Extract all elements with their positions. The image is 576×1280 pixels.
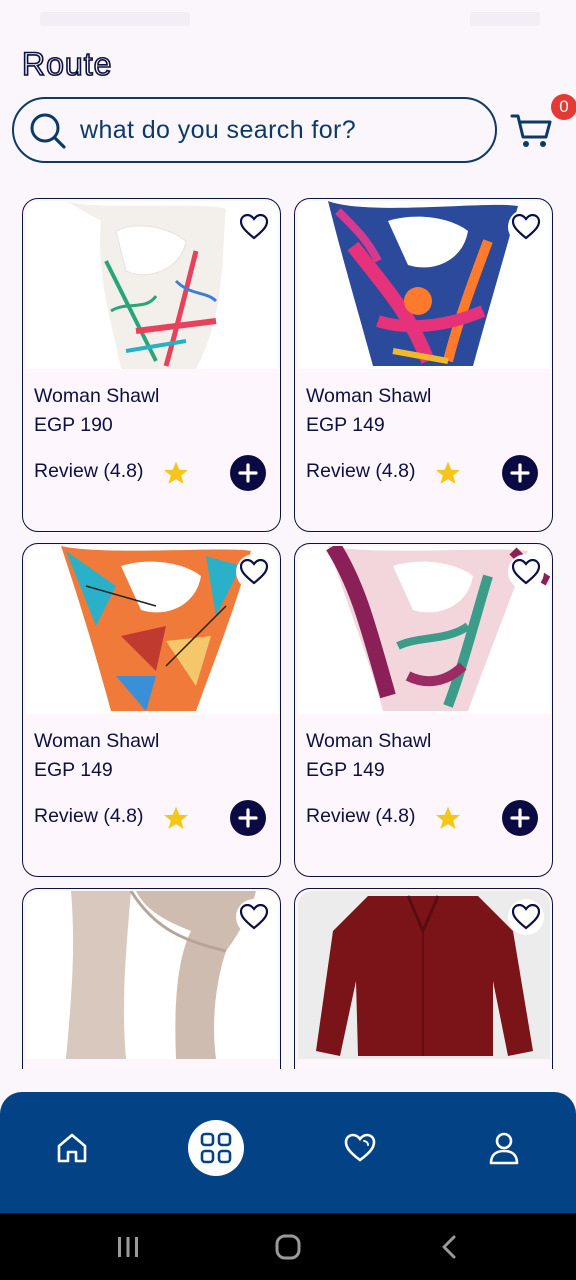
add-to-cart-button[interactable] <box>230 800 266 836</box>
nav-home[interactable] <box>44 1120 100 1176</box>
star-icon <box>436 806 460 829</box>
product-name: Woman Shawl <box>306 385 432 407</box>
recent-apps-icon[interactable] <box>113 1233 143 1261</box>
add-to-cart-button[interactable] <box>230 455 266 491</box>
product-review: Review (4.8) <box>34 460 144 482</box>
route-logo: Route <box>22 45 112 83</box>
favorite-button[interactable] <box>236 554 272 590</box>
add-to-cart-button[interactable] <box>502 800 538 836</box>
cart-count-badge: 0 <box>551 94 576 120</box>
system-navigation-bar <box>0 1213 576 1280</box>
product-review: Review (4.8) <box>306 460 416 482</box>
product-grid[interactable]: Woman Shawl EGP 190 Review (4.8) Woman S… <box>0 196 576 1069</box>
product-card[interactable]: Woman Shawl EGP 190 Review (4.8) <box>22 198 281 532</box>
home-button-icon[interactable] <box>273 1233 303 1261</box>
add-to-cart-button[interactable] <box>502 455 538 491</box>
plus-icon <box>510 808 530 828</box>
nav-wishlist[interactable] <box>332 1120 388 1176</box>
heart-outline-icon <box>240 214 268 240</box>
status-left-placeholder <box>40 12 190 26</box>
nav-profile[interactable] <box>476 1120 532 1176</box>
star-icon <box>436 461 460 484</box>
profile-icon <box>489 1132 519 1165</box>
favorite-button[interactable] <box>236 899 272 935</box>
search-input[interactable] <box>80 107 480 153</box>
product-name: Woman Shawl <box>34 385 160 407</box>
heart-outline-icon <box>512 559 540 585</box>
home-icon <box>57 1133 87 1163</box>
status-right-placeholder <box>470 12 540 26</box>
cart-icon[interactable] <box>510 110 554 150</box>
heart-outline-icon <box>240 559 268 585</box>
plus-icon <box>238 463 258 483</box>
plus-icon <box>238 808 258 828</box>
star-icon <box>164 461 188 484</box>
product-price: EGP 149 <box>306 414 385 436</box>
favorite-button[interactable] <box>508 899 544 935</box>
product-card[interactable]: Woman Shawl EGP 149 Review (4.8) <box>294 543 553 877</box>
product-price: EGP 190 <box>34 414 113 436</box>
status-bar <box>0 0 576 40</box>
back-icon[interactable] <box>435 1233 465 1261</box>
heart-outline-icon <box>512 214 540 240</box>
favorite-button[interactable] <box>508 554 544 590</box>
product-review: Review (4.8) <box>306 805 416 827</box>
product-price: EGP 149 <box>306 759 385 781</box>
favorite-button[interactable] <box>508 209 544 245</box>
product-card[interactable] <box>294 888 553 1069</box>
heart-outline-icon <box>512 904 540 930</box>
product-card[interactable] <box>22 888 281 1069</box>
search-icon <box>30 113 66 149</box>
product-price: EGP 149 <box>34 759 113 781</box>
product-name: Woman Shawl <box>306 730 432 752</box>
bottom-navigation <box>0 1092 576 1214</box>
categories-icon <box>200 1132 232 1164</box>
nav-categories[interactable] <box>188 1120 244 1176</box>
heart-icon <box>344 1133 376 1162</box>
logo-text: Route <box>22 46 112 82</box>
product-card[interactable]: Woman Shawl EGP 149 Review (4.8) <box>294 198 553 532</box>
search-bar[interactable] <box>12 97 497 163</box>
favorite-button[interactable] <box>236 209 272 245</box>
product-name: Woman Shawl <box>34 730 160 752</box>
heart-outline-icon <box>240 904 268 930</box>
product-card[interactable]: Woman Shawl EGP 149 Review (4.8) <box>22 543 281 877</box>
product-review: Review (4.8) <box>34 805 144 827</box>
plus-icon <box>510 463 530 483</box>
star-icon <box>164 806 188 829</box>
